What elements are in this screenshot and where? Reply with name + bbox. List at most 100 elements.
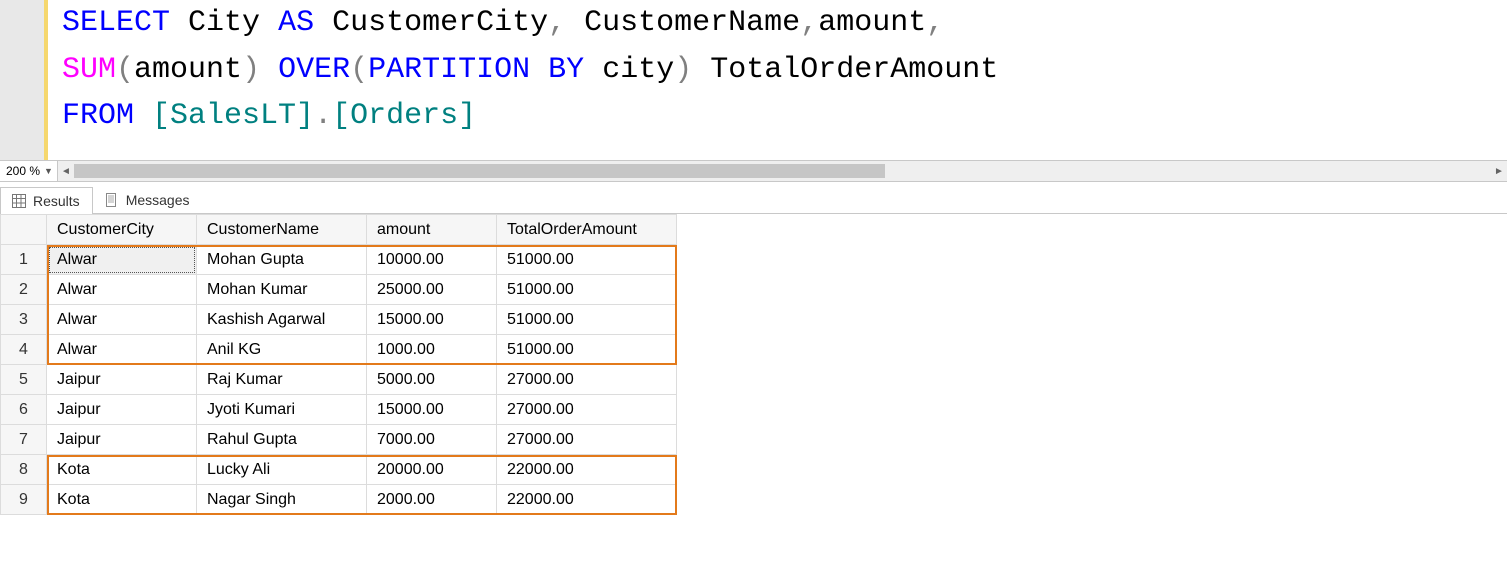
cell-total[interactable]: 27000.00	[497, 365, 677, 395]
cell-city[interactable]: Alwar	[47, 305, 197, 335]
code-space	[260, 53, 278, 87]
editor-gutter	[0, 0, 48, 160]
cell-total[interactable]: 27000.00	[497, 425, 677, 455]
cell-name[interactable]: Anil KG	[197, 335, 367, 365]
col-header-city[interactable]: CustomerCity	[47, 215, 197, 245]
kw-sum: SUM	[62, 53, 116, 87]
corner-cell[interactable]	[1, 215, 47, 245]
col-header-amount[interactable]: amount	[367, 215, 497, 245]
status-zoom-bar: 200 % ▼ ◄ ►	[0, 160, 1507, 182]
table-row[interactable]: 9 Kota Nagar Singh 2000.00 22000.00	[1, 485, 677, 515]
cell-city[interactable]: Kota	[47, 455, 197, 485]
cell-amount[interactable]: 20000.00	[367, 455, 497, 485]
horizontal-scrollbar[interactable]: ◄ ►	[58, 161, 1507, 181]
cell-city[interactable]: Alwar	[47, 245, 197, 275]
scroll-thumb[interactable]	[74, 164, 885, 178]
row-number[interactable]: 9	[1, 485, 47, 515]
cell-name[interactable]: Lucky Ali	[197, 455, 367, 485]
code-text: city	[584, 53, 674, 87]
cell-city[interactable]: Jaipur	[47, 425, 197, 455]
results-grid[interactable]: CustomerCity CustomerName amount TotalOr…	[0, 214, 677, 515]
col-header-total[interactable]: TotalOrderAmount	[497, 215, 677, 245]
cell-name[interactable]: Nagar Singh	[197, 485, 367, 515]
cell-amount[interactable]: 1000.00	[367, 335, 497, 365]
col-header-name[interactable]: CustomerName	[197, 215, 367, 245]
rparen: )	[242, 53, 260, 87]
row-number[interactable]: 5	[1, 365, 47, 395]
lparen: (	[116, 53, 134, 87]
cell-total[interactable]: 22000.00	[497, 485, 677, 515]
row-number[interactable]: 4	[1, 335, 47, 365]
row-number[interactable]: 8	[1, 455, 47, 485]
row-number[interactable]: 2	[1, 275, 47, 305]
kw-as: AS	[278, 6, 314, 40]
kw-select: SELECT	[62, 6, 170, 40]
comma: ,	[926, 6, 944, 40]
cell-name[interactable]: Kashish Agarwal	[197, 305, 367, 335]
dot: .	[314, 99, 332, 133]
row-number[interactable]: 6	[1, 395, 47, 425]
zoom-value: 200 %	[6, 164, 40, 178]
cell-city[interactable]: Kota	[47, 485, 197, 515]
table-row[interactable]: 1 Alwar Mohan Gupta 10000.00 51000.00	[1, 245, 677, 275]
cell-name[interactable]: Mohan Gupta	[197, 245, 367, 275]
cell-city[interactable]: Alwar	[47, 335, 197, 365]
kw-partition: PARTITION	[368, 53, 530, 87]
cell-city[interactable]: Jaipur	[47, 395, 197, 425]
cell-city[interactable]: Jaipur	[47, 365, 197, 395]
tab-results[interactable]: Results	[0, 187, 93, 214]
cell-name[interactable]: Rahul Gupta	[197, 425, 367, 455]
grid-icon	[11, 193, 27, 209]
zoom-dropdown[interactable]: 200 % ▼	[0, 161, 58, 181]
cell-name[interactable]: Mohan Kumar	[197, 275, 367, 305]
document-icon	[104, 192, 120, 208]
tab-messages[interactable]: Messages	[93, 186, 203, 213]
table-row[interactable]: 2 Alwar Mohan Kumar 25000.00 51000.00	[1, 275, 677, 305]
kw-by: BY	[548, 53, 584, 87]
cell-amount[interactable]: 2000.00	[367, 485, 497, 515]
table-row[interactable]: 7 Jaipur Rahul Gupta 7000.00 27000.00	[1, 425, 677, 455]
results-pane: CustomerCity CustomerName amount TotalOr…	[0, 214, 1507, 515]
sql-code[interactable]: SELECT City AS CustomerCity, CustomerNam…	[48, 0, 1507, 160]
sql-editor[interactable]: SELECT City AS CustomerCity, CustomerNam…	[0, 0, 1507, 160]
cell-amount[interactable]: 15000.00	[367, 395, 497, 425]
table-row[interactable]: 4 Alwar Anil KG 1000.00 51000.00	[1, 335, 677, 365]
table-row[interactable]: 5 Jaipur Raj Kumar 5000.00 27000.00	[1, 365, 677, 395]
scroll-left-icon[interactable]: ◄	[58, 161, 74, 181]
cell-amount[interactable]: 10000.00	[367, 245, 497, 275]
row-number[interactable]: 3	[1, 305, 47, 335]
lparen: (	[350, 53, 368, 87]
header-row: CustomerCity CustomerName amount TotalOr…	[1, 215, 677, 245]
code-text: amount	[134, 53, 242, 87]
table-row[interactable]: 6 Jaipur Jyoti Kumari 15000.00 27000.00	[1, 395, 677, 425]
cell-total[interactable]: 27000.00	[497, 395, 677, 425]
code-text: amount	[818, 6, 926, 40]
cell-name[interactable]: Jyoti Kumari	[197, 395, 367, 425]
cell-amount[interactable]: 25000.00	[367, 275, 497, 305]
cell-total[interactable]: 51000.00	[497, 275, 677, 305]
tab-results-label: Results	[33, 193, 80, 209]
code-space	[530, 53, 548, 87]
table-row[interactable]: 3 Alwar Kashish Agarwal 15000.00 51000.0…	[1, 305, 677, 335]
row-number[interactable]: 1	[1, 245, 47, 275]
code-text: TotalOrderAmount	[692, 53, 998, 87]
table-row[interactable]: 8 Kota Lucky Ali 20000.00 22000.00	[1, 455, 677, 485]
cell-amount[interactable]: 5000.00	[367, 365, 497, 395]
row-number[interactable]: 7	[1, 425, 47, 455]
scroll-right-icon[interactable]: ►	[1491, 161, 1507, 181]
cell-total[interactable]: 51000.00	[497, 305, 677, 335]
cell-name[interactable]: Raj Kumar	[197, 365, 367, 395]
results-tabs: Results Messages	[0, 182, 1507, 214]
kw-over: OVER	[278, 53, 350, 87]
chevron-down-icon: ▼	[44, 166, 53, 176]
cell-total[interactable]: 51000.00	[497, 335, 677, 365]
tab-messages-label: Messages	[126, 192, 190, 208]
code-text: CustomerName	[566, 6, 800, 40]
cell-total[interactable]: 22000.00	[497, 455, 677, 485]
cell-city[interactable]: Alwar	[47, 275, 197, 305]
cell-amount[interactable]: 15000.00	[367, 305, 497, 335]
code-space	[134, 99, 152, 133]
cell-total[interactable]: 51000.00	[497, 245, 677, 275]
cell-amount[interactable]: 7000.00	[367, 425, 497, 455]
schema-ident: [SalesLT]	[152, 99, 314, 133]
